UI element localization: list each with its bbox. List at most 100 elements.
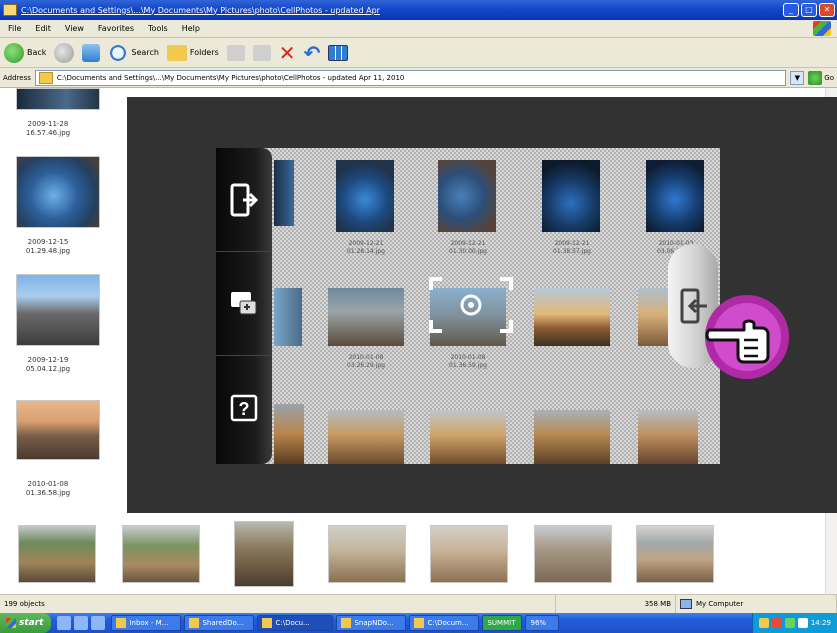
photo-tile[interactable] bbox=[336, 160, 394, 232]
copy-to-button[interactable] bbox=[252, 44, 271, 61]
forward-button[interactable] bbox=[54, 42, 75, 63]
help-button[interactable]: ? bbox=[216, 356, 272, 460]
file-thumbnail[interactable] bbox=[16, 156, 100, 228]
menu-file[interactable]: File bbox=[8, 24, 21, 33]
menu-view[interactable]: View bbox=[65, 24, 84, 33]
address-label: Address bbox=[3, 73, 31, 82]
tray-icon[interactable] bbox=[758, 618, 769, 628]
folder-icon bbox=[262, 618, 273, 628]
folders-button[interactable]: Folders bbox=[166, 44, 219, 61]
folders-icon bbox=[166, 44, 187, 61]
photo-tile[interactable] bbox=[438, 160, 496, 232]
move-to-icon bbox=[226, 44, 245, 61]
help-icon: ? bbox=[230, 394, 258, 422]
photo-tile[interactable] bbox=[534, 288, 610, 346]
file-thumbnail[interactable] bbox=[18, 525, 96, 583]
folder-icon bbox=[414, 618, 425, 628]
file-thumbnail[interactable] bbox=[430, 525, 508, 583]
menu-help[interactable]: Help bbox=[182, 24, 200, 33]
menu-edit[interactable]: Edit bbox=[35, 24, 51, 33]
quick-launch-icon[interactable] bbox=[74, 616, 89, 630]
app-icon bbox=[116, 618, 127, 628]
tray-icon[interactable] bbox=[771, 618, 782, 628]
start-button[interactable]: start bbox=[0, 613, 52, 633]
maximize-button[interactable]: □ bbox=[801, 3, 817, 17]
file-thumbnail[interactable] bbox=[234, 521, 294, 587]
taskbar-item-label: SharedDo... bbox=[202, 619, 244, 627]
sync-screens-button[interactable] bbox=[216, 252, 272, 356]
up-folder-button[interactable] bbox=[82, 43, 101, 62]
file-thumbnail[interactable] bbox=[16, 88, 100, 110]
start-label: start bbox=[19, 618, 44, 628]
undo-button[interactable]: ↶ bbox=[304, 43, 321, 63]
sync-screens-icon bbox=[231, 291, 257, 314]
photo-tile[interactable] bbox=[430, 410, 506, 464]
up-folder-icon bbox=[82, 43, 101, 62]
move-to-button[interactable] bbox=[226, 44, 245, 61]
search-button[interactable]: Search bbox=[108, 42, 159, 63]
file-thumbnail[interactable] bbox=[16, 274, 100, 346]
thumbnail-strip bbox=[0, 513, 825, 594]
taskbar-item[interactable]: 96% bbox=[525, 615, 560, 631]
taskbar-item-label: SUMMIT bbox=[487, 619, 516, 627]
delete-button[interactable]: ✕ bbox=[279, 43, 296, 63]
copy-to-icon bbox=[252, 44, 271, 61]
file-thumbnail[interactable] bbox=[636, 525, 714, 583]
app-icon bbox=[341, 618, 352, 628]
file-thumbnail[interactable] bbox=[534, 525, 612, 583]
close-button[interactable]: ✕ bbox=[819, 3, 835, 17]
taskbar-item[interactable]: SharedDo... bbox=[184, 615, 255, 631]
quick-launch-icon[interactable] bbox=[91, 616, 106, 630]
status-location: My Computer bbox=[696, 600, 744, 608]
file-caption: 2009-12-15 01.29.48.jpg bbox=[25, 238, 71, 255]
taskbar-item-label: C:\Docum... bbox=[427, 619, 469, 627]
title-bar[interactable]: C:\Documents and Settings\...\My Documen… bbox=[0, 0, 837, 20]
photo-tile[interactable] bbox=[534, 410, 610, 464]
focus-target-icon[interactable] bbox=[428, 276, 514, 334]
address-bar: Address C:\Documents and Settings\...\My… bbox=[0, 68, 837, 88]
status-location-cell: My Computer bbox=[676, 595, 837, 613]
undo-icon: ↶ bbox=[303, 40, 321, 65]
file-thumbnail[interactable] bbox=[16, 400, 100, 460]
back-button[interactable]: Back bbox=[4, 42, 47, 63]
menu-favorites[interactable]: Favorites bbox=[98, 24, 134, 33]
photo-tile[interactable] bbox=[274, 404, 304, 464]
photo-tile[interactable] bbox=[274, 288, 302, 346]
photo-tile[interactable] bbox=[328, 288, 404, 346]
file-thumbnail[interactable] bbox=[328, 525, 406, 583]
taskbar-item[interactable]: SUMMIT bbox=[482, 615, 523, 631]
photo-caption: 2009-12-21 01.38.57.jpg bbox=[553, 240, 591, 255]
photo-tile[interactable] bbox=[328, 410, 404, 464]
taskbar-item-active[interactable]: C:\Docu... bbox=[257, 615, 334, 631]
tray-icon[interactable] bbox=[784, 618, 795, 628]
views-button[interactable] bbox=[328, 44, 349, 61]
file-thumbnail[interactable] bbox=[122, 525, 200, 583]
taskbar-item-label: SnapNDo... bbox=[354, 619, 394, 627]
photo-tile[interactable] bbox=[542, 160, 600, 232]
windows-logo-icon bbox=[813, 21, 831, 36]
file-caption: 2010-01-08 01.36.58.jpg bbox=[25, 480, 71, 497]
forward-arrow-icon bbox=[54, 42, 75, 63]
photo-tile[interactable] bbox=[638, 410, 698, 464]
tray-icon[interactable] bbox=[797, 618, 808, 628]
delete-icon: ✕ bbox=[278, 40, 296, 65]
address-input[interactable]: C:\Documents and Settings\...\My Documen… bbox=[34, 69, 787, 86]
taskbar-item[interactable]: SnapNDo... bbox=[336, 615, 407, 631]
minimize-button[interactable]: _ bbox=[783, 3, 799, 17]
status-objects: 199 objects bbox=[0, 595, 556, 613]
explorer-window: C:\Documents and Settings\...\My Documen… bbox=[0, 0, 837, 633]
views-icon bbox=[328, 44, 349, 61]
chevron-down-icon[interactable]: ▼ bbox=[790, 70, 805, 85]
go-arrow-icon bbox=[808, 70, 823, 85]
photo-tile[interactable] bbox=[274, 160, 294, 226]
taskbar-item-label: 96% bbox=[530, 619, 547, 627]
taskbar-item[interactable]: C:\Docum... bbox=[409, 615, 480, 631]
photo-tile[interactable] bbox=[646, 160, 704, 232]
quick-launch-icon[interactable] bbox=[57, 616, 72, 630]
send-to-device-button[interactable] bbox=[216, 148, 272, 252]
status-size: 358 MB bbox=[556, 595, 676, 613]
back-label: Back bbox=[27, 48, 47, 57]
go-button[interactable]: Go bbox=[808, 70, 834, 85]
menu-tools[interactable]: Tools bbox=[148, 24, 168, 33]
taskbar-item[interactable]: Inbox - M... bbox=[111, 615, 182, 631]
